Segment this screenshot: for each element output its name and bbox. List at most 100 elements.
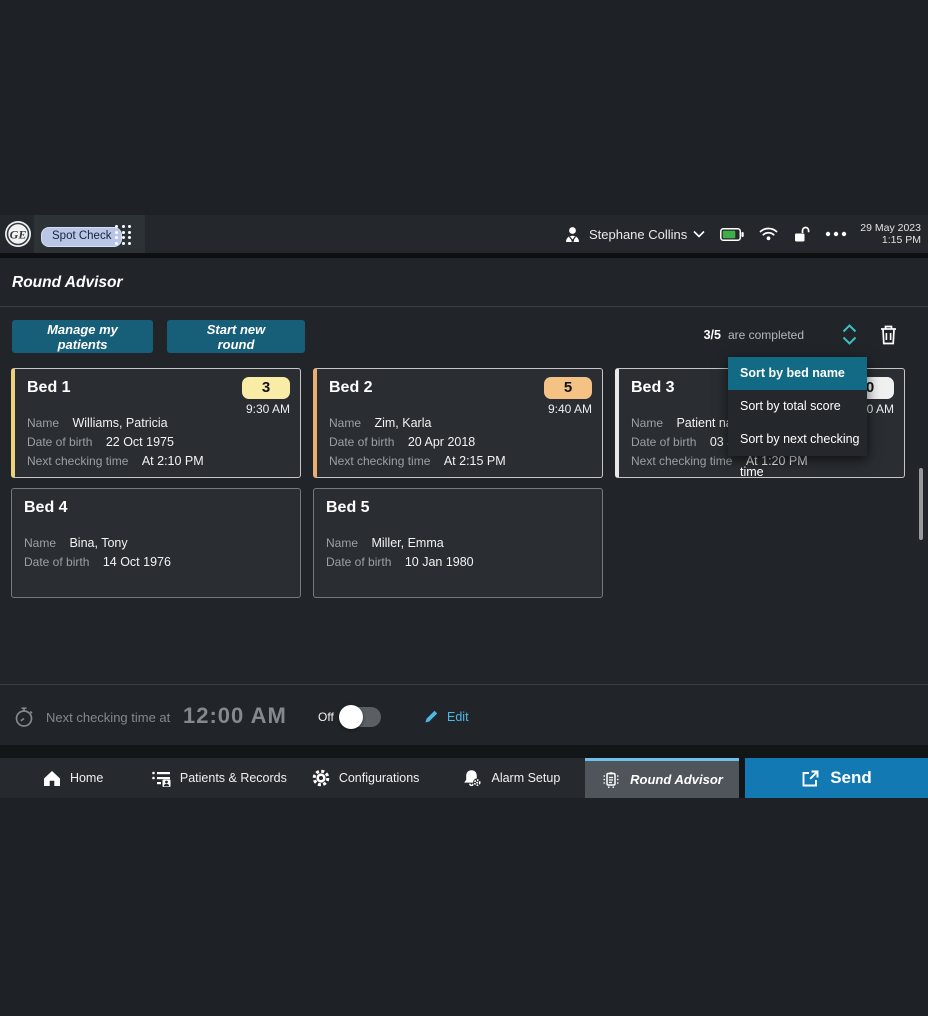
checked-time: 9:30 AM <box>246 402 290 416</box>
bed-title: Bed 1 <box>27 379 71 397</box>
date-text: 29 May 2023 <box>860 222 921 234</box>
bed-card-1[interactable]: Bed 1 3 9:30 AM Name Williams, Patricia … <box>11 368 301 478</box>
name-label: Name <box>329 416 361 430</box>
nav-label: Alarm Setup <box>491 771 560 785</box>
patients-records-icon <box>152 770 171 787</box>
more-options-icon[interactable] <box>825 231 847 237</box>
next-checking-row: Next checking time At 2:10 PM <box>27 451 204 470</box>
bed-title: Bed 3 <box>631 379 675 397</box>
completed-count: 3/5 <box>704 328 721 342</box>
page-title: Round Advisor <box>12 274 123 292</box>
ge-logo-icon: GE <box>4 220 32 248</box>
completed-status-group: 3/5 are completed <box>704 324 897 345</box>
send-export-icon <box>801 769 820 788</box>
toggle-knob[interactable] <box>339 705 363 729</box>
nav-label: Patients & Records <box>180 771 287 785</box>
dob-label: Date of birth <box>27 435 92 449</box>
edit-button[interactable]: Edit <box>424 709 469 724</box>
start-new-round-button[interactable]: Start new round <box>167 320 305 353</box>
trash-icon[interactable] <box>880 325 897 345</box>
next-checking-footer: Next checking time at 12:00 AM Off Edit <box>0 684 928 746</box>
sort-dropdown-menu: Sort by bed name Sort by total score Sor… <box>728 357 867 456</box>
apps-grid-icon[interactable] <box>115 225 131 245</box>
checked-time: 9:40 AM <box>548 402 592 416</box>
next-checking-row: Next checking time At 2:15 PM <box>329 451 506 470</box>
screen: GE Spot Check Stephane Collins <box>0 0 928 1016</box>
patient-name-row: Name Williams, Patricia <box>27 413 204 432</box>
pencil-icon <box>424 709 439 724</box>
divider-strip <box>0 745 928 758</box>
svg-text:GE: GE <box>10 228 27 242</box>
next-checking-toggle[interactable] <box>341 707 381 727</box>
next-value: At 2:10 PM <box>142 454 204 468</box>
dob-value: 20 Apr 2018 <box>408 435 475 449</box>
dob-label: Date of birth <box>631 435 696 449</box>
patient-name: Bina, Tony <box>69 536 127 550</box>
clinician-icon <box>563 225 582 244</box>
system-status-cluster: Stephane Collins <box>563 215 921 253</box>
gear-icon <box>312 769 330 787</box>
sort-option-total-score[interactable]: Sort by total score <box>728 390 867 423</box>
sort-option-bed-name[interactable]: Sort by bed name <box>728 357 867 390</box>
alarm-bell-icon <box>463 769 482 787</box>
title-divider <box>0 306 928 307</box>
chevron-down-icon[interactable] <box>693 230 705 238</box>
completed-label: are completed <box>728 328 804 342</box>
dob-label: Date of birth <box>326 555 391 569</box>
dob-row: Date of birth 20 Apr 2018 <box>329 432 506 451</box>
dob-row: Date of birth 10 Jan 1980 <box>326 552 474 571</box>
nav-item-patients-records[interactable]: Patients & Records <box>146 758 292 798</box>
nav-item-home[interactable]: Home <box>0 758 146 798</box>
dob-row: Date of birth 22 Oct 1975 <box>27 432 204 451</box>
dob-row: Date of birth 14 Oct 1976 <box>24 552 171 571</box>
vertical-scrollbar[interactable] <box>919 468 923 540</box>
send-button[interactable]: Send <box>745 758 928 798</box>
patient-name-row: Name Zim, Karla <box>329 413 506 432</box>
name-label: Name <box>24 536 56 550</box>
bed-title: Bed 5 <box>326 499 370 517</box>
next-checking-label: Next checking time at <box>46 710 170 725</box>
name-label: Name <box>631 416 663 430</box>
sort-option-next-checking-time[interactable]: Sort by next checking time <box>728 423 867 456</box>
round-advisor-icon <box>601 770 621 789</box>
next-label: Next checking time <box>27 454 128 468</box>
toggle-state-label: Off <box>318 710 334 724</box>
next-label: Next checking time <box>329 454 430 468</box>
bed-title: Bed 2 <box>329 379 373 397</box>
app-badge[interactable]: Spot Check <box>41 227 122 247</box>
next-value: At 2:15 PM <box>444 454 506 468</box>
bed-title: Bed 4 <box>24 499 68 517</box>
battery-icon <box>720 228 744 241</box>
manage-my-patients-button[interactable]: Manage my patients <box>12 320 153 353</box>
patient-name-row: Name Bina, Tony <box>24 533 171 552</box>
patient-name: Miller, Emma <box>371 536 443 550</box>
timer-icon <box>14 706 35 728</box>
user-name[interactable]: Stephane Collins <box>589 227 687 242</box>
home-icon <box>43 770 61 787</box>
bed-card-5[interactable]: Bed 5 Name Miller, Emma Date of birth 10… <box>313 488 603 598</box>
dob-label: Date of birth <box>24 555 89 569</box>
sort-icon[interactable] <box>841 324 858 345</box>
nav-label: Home <box>70 771 103 785</box>
next-label: Next checking time <box>631 454 732 468</box>
unlocked-icon <box>793 226 810 243</box>
dob-value: 14 Oct 1976 <box>103 555 171 569</box>
patient-name: Zim, Karla <box>374 416 431 430</box>
next-checking-time: 12:00 AM <box>183 703 287 729</box>
nav-item-round-advisor[interactable]: Round Advisor <box>585 758 739 798</box>
score-badge: 5 <box>544 377 592 399</box>
patient-name-row: Name Miller, Emma <box>326 533 474 552</box>
nav-item-configurations[interactable]: Configurations <box>293 758 439 798</box>
time-text: 1:15 PM <box>860 234 921 246</box>
dob-label: Date of birth <box>329 435 394 449</box>
round-advisor-panel: Round Advisor Manage my patients Start n… <box>0 258 928 745</box>
nav-item-alarm-setup[interactable]: Alarm Setup <box>439 758 585 798</box>
bed-card-2[interactable]: Bed 2 5 9:40 AM Name Zim, Karla Date of … <box>313 368 603 478</box>
score-badge: 3 <box>242 377 290 399</box>
bed-card-4[interactable]: Bed 4 Name Bina, Tony Date of birth 14 O… <box>11 488 301 598</box>
name-label: Name <box>326 536 358 550</box>
patient-name: Williams, Patricia <box>72 416 167 430</box>
send-label: Send <box>830 768 872 788</box>
wifi-icon <box>759 227 778 241</box>
dob-value: 10 Jan 1980 <box>405 555 474 569</box>
